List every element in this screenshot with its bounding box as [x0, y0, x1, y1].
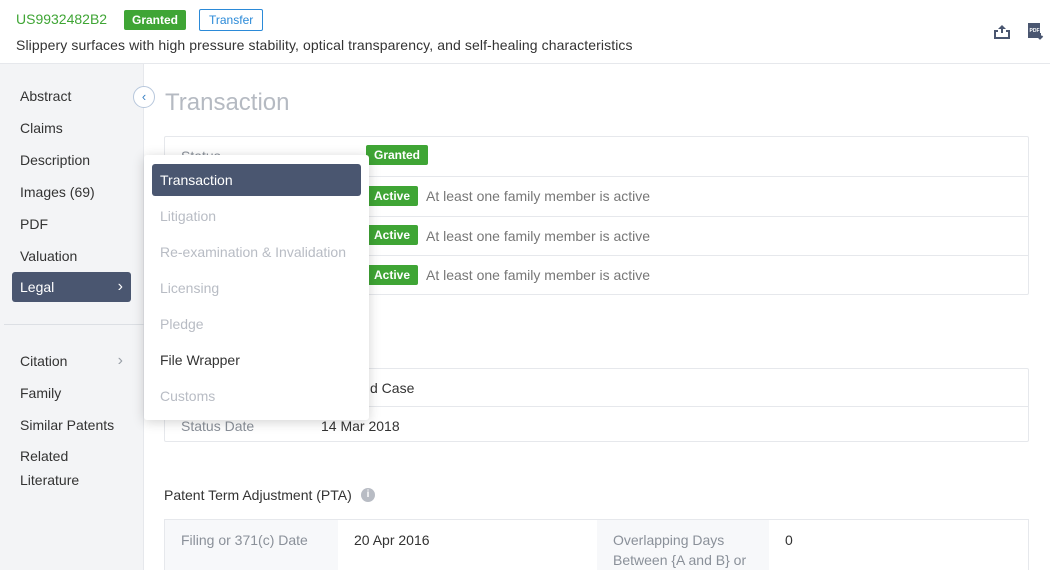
chevron-right-icon: › — [118, 272, 123, 302]
menu-item-file-wrapper[interactable]: File Wrapper — [152, 344, 361, 376]
menu-item-transaction[interactable]: Transaction — [152, 164, 361, 196]
page-title: Transaction — [165, 89, 290, 117]
row-description: At least one family member is active — [426, 267, 650, 283]
sidebar-item-label: Abstract — [20, 88, 71, 104]
sidebar-item-label: Valuation — [20, 248, 77, 264]
menu-item-licensing: Licensing — [152, 272, 361, 304]
export-icon[interactable] — [992, 22, 1012, 42]
collapse-sidebar-button[interactable]: ‹ — [133, 86, 155, 108]
legal-submenu: Transaction Litigation Re-examination & … — [144, 155, 369, 420]
sidebar-item-label: Family — [20, 385, 61, 401]
sidebar-item-label: Claims — [20, 120, 63, 136]
menu-item-litigation: Litigation — [152, 200, 361, 232]
svg-text:PDF: PDF — [1030, 28, 1040, 34]
pta-table: Filing or 371(c) Date 20 Apr 2016 Overla… — [164, 519, 1029, 570]
sidebar-item-legal[interactable]: Legal › — [12, 272, 131, 302]
active-badge: Active — [366, 225, 418, 245]
sidebar-item-label: Similar Patents — [20, 417, 114, 433]
sidebar-item-abstract[interactable]: Abstract — [12, 81, 131, 111]
filing-date-label: Filing or 371(c) Date — [165, 520, 338, 570]
status-granted-badge: Granted — [366, 145, 428, 165]
filing-date-value: 20 Apr 2016 — [338, 520, 597, 570]
patent-number[interactable]: US9932482B2 — [16, 11, 107, 27]
pta-section-title: Patent Term Adjustment (PTA) — [164, 487, 352, 503]
sidebar-item-citation[interactable]: Citation › — [12, 346, 131, 376]
status-date-label: Status Date — [181, 418, 254, 434]
sidebar-item-similar-patents[interactable]: Similar Patents — [12, 410, 131, 440]
sidebar-item-label: Description — [20, 152, 90, 168]
pdf-download-icon[interactable]: PDF — [1026, 22, 1046, 42]
menu-item-customs: Customs — [152, 380, 361, 412]
sidebar: Abstract Claims Description Images (69) … — [0, 64, 144, 570]
sidebar-item-related-literature[interactable]: Related Literature — [12, 444, 131, 492]
active-badge: Active — [366, 265, 418, 285]
sidebar-item-label: Related Literature — [20, 444, 90, 492]
sidebar-item-label: PDF — [20, 216, 48, 232]
transfer-badge[interactable]: Transfer — [199, 9, 263, 31]
sidebar-item-label: Legal — [20, 279, 54, 295]
overlapping-days-label: Overlapping Days Between {A and B} or — [597, 520, 769, 570]
sidebar-item-family[interactable]: Family — [12, 378, 131, 408]
sidebar-item-description[interactable]: Description — [12, 145, 131, 175]
sidebar-item-pdf[interactable]: PDF — [12, 209, 131, 239]
sidebar-item-label: Images (69) — [20, 184, 95, 200]
sidebar-item-images[interactable]: Images (69) — [12, 177, 131, 207]
patent-header: US9932482B2 Granted Transfer Slippery su… — [0, 0, 1050, 64]
case-value: d Case — [370, 380, 414, 396]
overlapping-days-value: 0 — [769, 520, 1028, 570]
granted-badge: Granted — [124, 10, 186, 30]
active-badge: Active — [366, 186, 418, 206]
sidebar-divider — [4, 324, 144, 325]
chevron-left-icon: ‹ — [142, 89, 146, 104]
row-description: At least one family member is active — [426, 188, 650, 204]
info-icon[interactable]: i — [361, 488, 375, 502]
menu-item-reexamination: Re-examination & Invalidation — [152, 236, 361, 268]
status-date-value: 14 Mar 2018 — [321, 418, 400, 434]
chevron-right-icon: › — [118, 346, 123, 376]
sidebar-item-valuation[interactable]: Valuation — [12, 241, 131, 271]
row-description: At least one family member is active — [426, 228, 650, 244]
sidebar-item-label: Citation — [20, 353, 67, 369]
sidebar-item-claims[interactable]: Claims — [12, 113, 131, 143]
patent-title: Slippery surfaces with high pressure sta… — [16, 37, 633, 53]
menu-item-pledge: Pledge — [152, 308, 361, 340]
